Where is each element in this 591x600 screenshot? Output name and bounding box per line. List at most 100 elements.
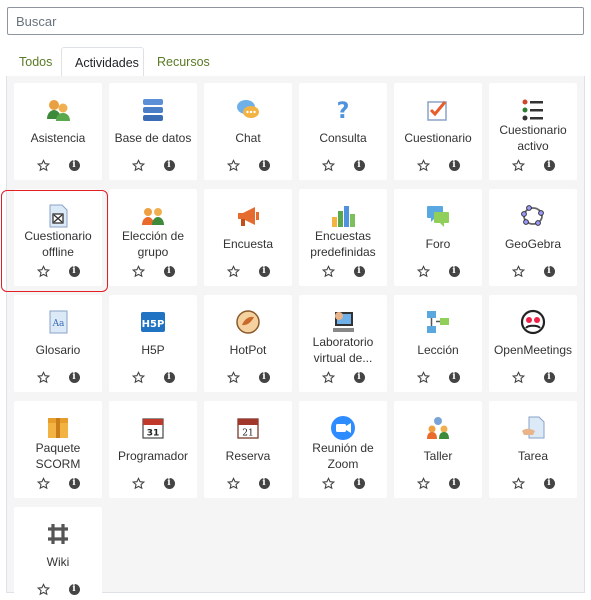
info-icon[interactable]: i [543, 478, 555, 489]
star-icon[interactable] [36, 265, 50, 278]
star-icon[interactable] [131, 477, 145, 490]
info-icon[interactable]: i [68, 160, 80, 171]
star-icon[interactable] [321, 265, 335, 278]
star-icon[interactable] [36, 371, 50, 384]
activity-label: Wiki [46, 555, 70, 569]
info-icon[interactable]: i [448, 266, 460, 277]
tab-actividades[interactable]: Actividades [61, 47, 144, 78]
activity-card[interactable]: Chat i [204, 83, 292, 180]
info-icon[interactable]: i [543, 372, 555, 383]
star-icon[interactable] [321, 371, 335, 384]
star-icon[interactable] [36, 477, 50, 490]
activity-card[interactable]: OpenMeetings i [489, 295, 577, 392]
activity-actions: i [109, 159, 197, 173]
activity-card[interactable]: HotPot i [204, 295, 292, 392]
star-icon[interactable] [511, 477, 525, 490]
activity-actions: i [109, 477, 197, 491]
info-icon[interactable]: i [448, 372, 460, 383]
info-icon[interactable]: i [258, 266, 270, 277]
activity-card[interactable]: Encuesta i [204, 189, 292, 286]
activity-label: Glosario [35, 343, 81, 357]
info-icon[interactable]: i [163, 160, 175, 171]
activity-card[interactable]: Reunión de Zoom i [299, 401, 387, 498]
info-icon[interactable]: i [353, 478, 365, 489]
info-icon[interactable]: i [258, 160, 270, 171]
activity-card[interactable]: Laboratorio virtual de... i [299, 295, 387, 392]
activity-actions: i [299, 159, 387, 173]
star-icon[interactable] [511, 265, 525, 278]
info-icon[interactable]: i [163, 266, 175, 277]
activity-card[interactable]: 21 Reserva i [204, 401, 292, 498]
info-icon[interactable]: i [258, 372, 270, 383]
info-icon[interactable]: i [258, 478, 270, 489]
info-icon[interactable]: i [353, 266, 365, 277]
star-icon[interactable] [36, 159, 50, 172]
activity-label: Asistencia [30, 131, 86, 145]
activity-card[interactable]: Asistencia i [14, 83, 102, 180]
svg-text:Aa: Aa [52, 319, 65, 329]
star-icon[interactable] [131, 371, 145, 384]
activity-card[interactable]: Tarea i [489, 401, 577, 498]
activity-label: Taller [423, 449, 453, 463]
tab-recursos[interactable]: Recursos [144, 47, 223, 78]
activity-actions: i [299, 371, 387, 385]
info-icon[interactable]: i [353, 160, 365, 171]
activity-card[interactable]: Taller i [394, 401, 482, 498]
info-icon[interactable]: i [68, 478, 80, 489]
star-icon[interactable] [226, 477, 240, 490]
star-icon[interactable] [321, 477, 335, 490]
activity-label: Cuestionario offline [24, 229, 92, 259]
activity-actions: i [14, 159, 102, 173]
activity-actions: i [299, 477, 387, 491]
svg-text:H5P: H5P [142, 319, 165, 330]
info-icon[interactable]: i [353, 372, 365, 383]
star-icon[interactable] [321, 159, 335, 172]
tab-todos[interactable]: Todos [6, 47, 65, 78]
star-icon[interactable] [36, 583, 50, 596]
activity-card[interactable]: Paquete SCORM i [14, 401, 102, 498]
activity-actions: i [394, 159, 482, 173]
star-icon[interactable] [131, 159, 145, 172]
star-icon[interactable] [416, 371, 430, 384]
activity-card[interactable]: Base de datos i [109, 83, 197, 180]
info-icon[interactable]: i [68, 584, 80, 595]
star-icon[interactable] [226, 371, 240, 384]
activity-card[interactable]: GeoGebra i [489, 189, 577, 286]
activity-card[interactable]: Elección de grupo i [109, 189, 197, 286]
star-icon[interactable] [416, 159, 430, 172]
search-input[interactable] [7, 7, 584, 35]
info-icon[interactable]: i [543, 160, 555, 171]
activity-actions: i [299, 265, 387, 279]
activity-label: H5P [141, 343, 165, 357]
star-icon[interactable] [416, 477, 430, 490]
info-icon[interactable]: i [448, 478, 460, 489]
star-icon[interactable] [416, 265, 430, 278]
star-icon[interactable] [511, 159, 525, 172]
info-icon[interactable]: i [68, 266, 80, 277]
info-icon[interactable]: i [68, 372, 80, 383]
activity-card[interactable]: H5P H5P i [109, 295, 197, 392]
activity-actions: i [109, 371, 197, 385]
star-icon[interactable] [226, 265, 240, 278]
star-icon[interactable] [131, 265, 145, 278]
activity-label: Chat [235, 131, 261, 145]
activity-card[interactable]: Cuestionario i [394, 83, 482, 180]
star-icon[interactable] [226, 159, 240, 172]
activity-card[interactable]: Aa Glosario i [14, 295, 102, 392]
info-icon[interactable]: i [163, 372, 175, 383]
info-icon[interactable]: i [163, 478, 175, 489]
info-icon[interactable]: i [543, 266, 555, 277]
activity-label: Base de datos [114, 131, 192, 145]
activity-card[interactable]: Foro i [394, 189, 482, 286]
star-icon[interactable] [511, 371, 525, 384]
info-icon[interactable]: i [448, 160, 460, 171]
activity-card[interactable]: Wiki i [14, 507, 102, 600]
activity-card[interactable]: Cuestionario activo i [489, 83, 577, 180]
activity-label: Programador [117, 449, 189, 463]
activity-card[interactable]: 31 Programador i [109, 401, 197, 498]
activity-card[interactable]: Lección i [394, 295, 482, 392]
activity-card[interactable]: Cuestionario offline i [14, 189, 102, 286]
activity-actions: i [489, 371, 577, 385]
activity-card[interactable]: Encuestas predefinidas i [299, 189, 387, 286]
activity-card[interactable]: ? Consulta i [299, 83, 387, 180]
